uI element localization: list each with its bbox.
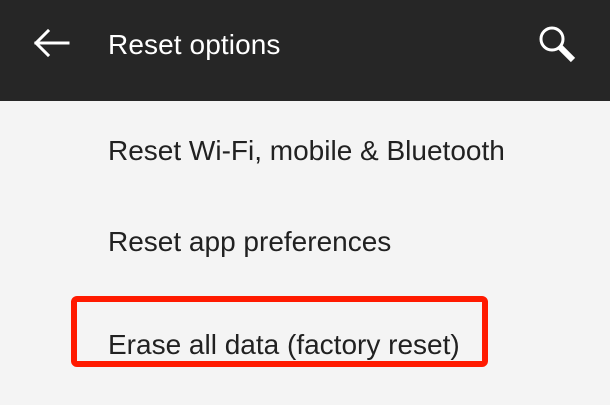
list-item-erase-all-data[interactable]: Erase all data (factory reset) xyxy=(0,291,610,405)
search-button[interactable] xyxy=(530,18,590,74)
search-icon xyxy=(530,18,590,74)
list-item-reset-app-preferences[interactable]: Reset app preferences xyxy=(0,196,610,286)
list-item-label: Erase all data (factory reset) xyxy=(108,329,460,360)
reset-options-list: Reset Wi-Fi, mobile & Bluetooth Reset ap… xyxy=(0,101,610,405)
reset-options-screen: Reset options Reset Wi-Fi, mobile & Blue… xyxy=(0,0,610,405)
top-app-bar: Reset options xyxy=(0,0,610,101)
page-title: Reset options xyxy=(108,29,281,60)
list-item-reset-wifi-mobile-bluetooth[interactable]: Reset Wi-Fi, mobile & Bluetooth xyxy=(0,101,610,191)
arrow-back-icon xyxy=(22,20,82,66)
list-item-label: Reset app preferences xyxy=(108,226,392,257)
list-item-label: Reset Wi-Fi, mobile & Bluetooth xyxy=(108,135,505,166)
back-button[interactable] xyxy=(22,20,82,66)
